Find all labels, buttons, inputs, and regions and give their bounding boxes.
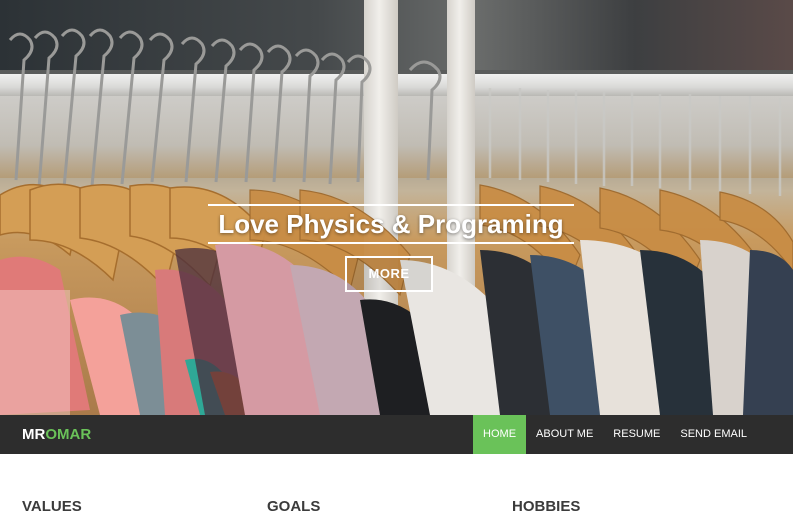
section-title-values: VALUES [22, 498, 82, 515]
nav-menu: HOME ABOUT ME RESUME SEND EMAIL [473, 415, 793, 454]
section-title-hobbies: HOBBIES [512, 498, 581, 515]
nav-item-home[interactable]: HOME [473, 415, 527, 454]
nav-item-resume[interactable]: RESUME [603, 415, 670, 454]
nav-item-send-email[interactable]: SEND EMAIL [670, 415, 793, 454]
brand-logo[interactable]: MROMAR [22, 415, 91, 454]
brand-part-1: MR [22, 426, 46, 443]
brand-part-2: OMAR [45, 426, 92, 443]
hero-title: Love Physics & Programing [208, 204, 574, 244]
nav-item-about-me[interactable]: ABOUT ME [526, 415, 603, 454]
hero-banner: Love Physics & Programing MORE [0, 0, 793, 415]
more-button[interactable]: MORE [345, 256, 433, 292]
navbar: MROMAR HOME ABOUT ME RESUME SEND EMAIL [0, 415, 793, 454]
section-title-goals: GOALS [267, 498, 321, 515]
